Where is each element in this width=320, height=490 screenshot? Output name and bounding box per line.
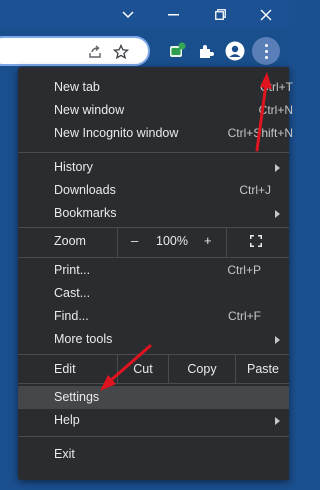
arrow-to-menu-button-icon [255,72,272,152]
arrow-to-settings-icon [100,344,152,391]
annotation-arrows [100,72,272,391]
